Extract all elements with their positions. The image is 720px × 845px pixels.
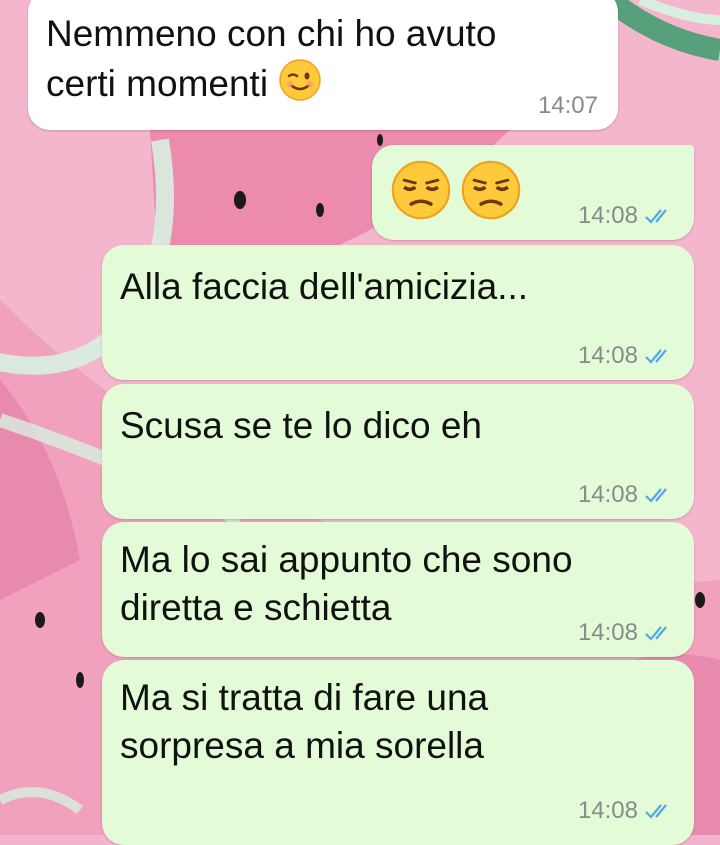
read-receipt-icon (645, 626, 667, 641)
wink-emoji-icon (279, 59, 322, 101)
unamused-emoji-icon (391, 160, 451, 220)
read-receipt-icon (645, 209, 667, 224)
message-outgoing[interactable]: Ma lo sai appunto che sono diretta e sch… (102, 522, 694, 657)
read-receipt-icon (645, 488, 667, 503)
message-time: 14:08 (577, 481, 638, 508)
message-meta: 14:07 (538, 92, 598, 120)
message-text: Scusa se te lo dico eh (120, 405, 482, 446)
message-time: 14:08 (577, 342, 638, 369)
message-incoming[interactable]: Nemmeno con chi ho avuto certi momenti 1… (28, 0, 618, 130)
message-text: Alla faccia dell'amicizia... (120, 266, 529, 307)
unamused-emoji-icon (461, 160, 521, 220)
message-text: Ma si tratta di fare una sorpresa a mia … (120, 677, 489, 766)
emoji-row (390, 159, 522, 221)
message-meta: 14:08 (578, 342, 674, 370)
message-outgoing[interactable]: 14:08 (372, 145, 694, 240)
read-receipt-icon (645, 349, 667, 364)
message-text: Ma lo sai appunto che sono diretta e sch… (120, 539, 573, 628)
message-time: 14:08 (577, 797, 638, 824)
read-receipt-icon (645, 804, 667, 819)
message-meta: 14:08 (578, 481, 674, 509)
message-outgoing[interactable]: Alla faccia dell'amicizia... 14:08 (102, 245, 694, 380)
message-time: 14:08 (577, 202, 638, 229)
message-time: 14:08 (577, 619, 638, 646)
message-outgoing[interactable]: Ma si tratta di fare una sorpresa a mia … (102, 660, 694, 845)
message-text: Nemmeno con chi ho avuto certi momenti (46, 13, 497, 104)
message-meta: 14:08 (578, 202, 674, 230)
message-outgoing[interactable]: Scusa se te lo dico eh 14:08 (102, 384, 694, 519)
message-meta: 14:08 (578, 797, 674, 825)
message-time: 14:07 (537, 92, 598, 119)
message-meta: 14:08 (578, 619, 674, 647)
